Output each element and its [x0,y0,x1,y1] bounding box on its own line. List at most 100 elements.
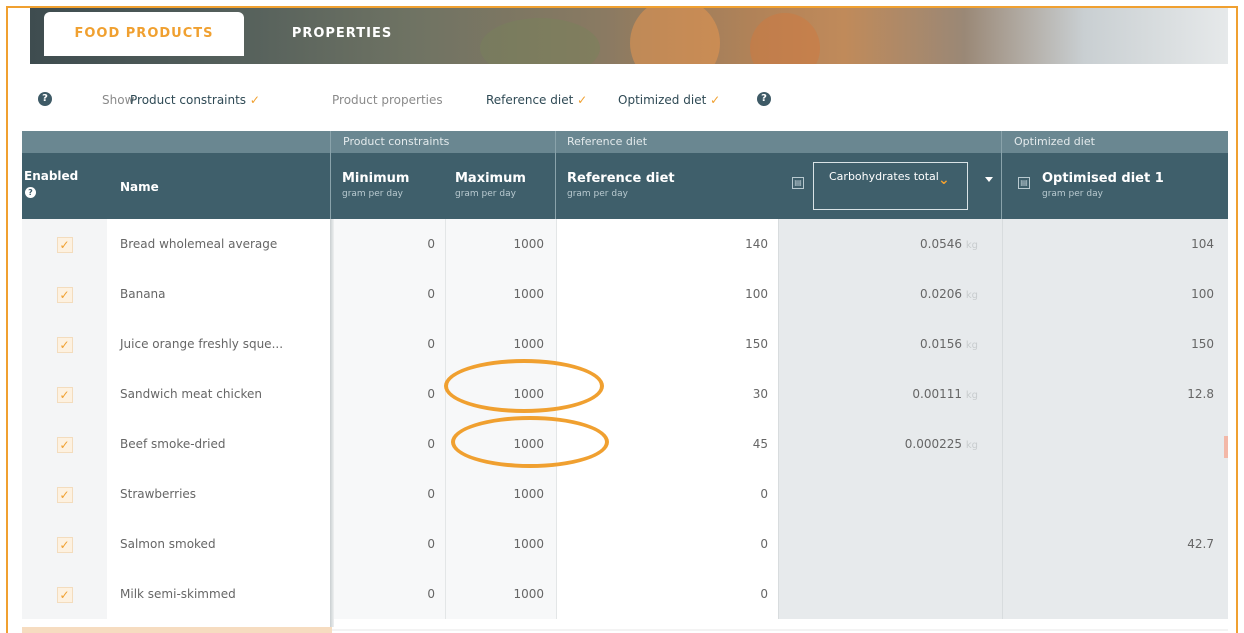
maximum-cell[interactable]: 1000 [445,469,556,519]
carbohydrates-value: 0.0206 [920,287,963,301]
enabled-checkbox[interactable]: ✓ [56,486,73,503]
name-cell: Sandwich meat chicken [107,369,331,419]
minimum-cell[interactable]: 0 [331,419,445,469]
unit-label: kg [965,440,978,451]
minimum-cell[interactable]: 0 [331,469,445,519]
check-icon: ✓ [710,93,721,107]
enabled-cell[interactable]: ✓ [22,219,107,269]
header-maximum[interactable]: Maximum gram per day [445,153,556,219]
enabled-checkbox[interactable]: ✓ [56,386,73,403]
help-icon[interactable]: ? [38,92,52,106]
carbohydrates-value: 0.000225 [904,437,963,451]
enabled-checkbox[interactable]: ✓ [56,436,73,453]
maximum-cell[interactable]: 1000 [445,519,556,569]
reference-cell[interactable]: 0 [556,519,778,569]
table-row[interactable]: ✓ Bread wholemeal average 0 1000 140 0.0546 k… [22,219,1228,269]
carbohydrates-cell: 0.0546 kg [778,219,1002,269]
column-divider [1001,131,1002,219]
calculator-icon[interactable]: ▤ [1018,177,1030,189]
table-row[interactable]: ✓ Beef smoke-dried 0 1000 45 0.000225 kg [22,419,1228,469]
unit-label: kg [965,240,978,251]
reference-cell[interactable]: 45 [556,419,778,469]
optimised-cell [1002,419,1228,469]
scroll-indicator[interactable] [22,627,332,633]
property-select-value: Carbohydrates total [829,170,939,183]
toggle-product-properties[interactable]: Product properties [332,93,443,107]
toggle-optimized-diet[interactable]: Optimized diet ✓ [618,93,720,107]
column-menu-icon[interactable] [985,177,993,182]
group-product-constraints: Product constraints [343,135,450,148]
minimum-cell[interactable]: 0 [331,219,445,269]
reference-cell[interactable]: 140 [556,219,778,269]
maximum-cell[interactable]: 1000 [445,269,556,319]
table-row[interactable]: ✓ Sandwich meat chicken 0 1000 30 0.00111 kg 1… [22,369,1228,419]
enabled-cell[interactable]: ✓ [22,519,107,569]
header-minimum[interactable]: Minimum gram per day [331,153,445,219]
carbohydrates-cell: 0.00111 kg [778,369,1002,419]
help-icon[interactable]: ? [25,187,36,198]
table-row[interactable]: ✓ Salmon smoked 0 1000 0 42.7 [22,519,1228,569]
toggle-label: Reference diet [486,93,574,107]
optimised-cell [1002,569,1228,619]
toggle-reference-diet[interactable]: Reference diet ✓ [486,93,587,107]
carbohydrates-cell [778,519,1002,569]
carbohydrates-cell: 0.0156 kg [778,319,1002,369]
maximum-cell[interactable]: 1000 [445,569,556,619]
optimised-cell: 104 [1002,219,1228,269]
row-marker [1224,436,1228,458]
enabled-checkbox[interactable]: ✓ [56,286,73,303]
name-cell: Juice orange freshly sque... [107,319,331,369]
reference-cell[interactable]: 30 [556,369,778,419]
minimum-cell[interactable]: 0 [331,269,445,319]
toggle-product-constraints[interactable]: Product constraints ✓ [130,93,260,107]
header-reference-diet[interactable]: Reference diet gram per day [556,153,778,219]
minimum-cell[interactable]: 0 [331,319,445,369]
toggle-label: Product properties [332,93,443,107]
unit-label: kg [965,290,978,301]
column-divider [330,131,331,219]
enabled-cell[interactable]: ✓ [22,419,107,469]
enabled-checkbox[interactable]: ✓ [56,336,73,353]
carbohydrates-value: 0.0156 [920,337,963,351]
header-name[interactable]: Name [107,153,331,219]
enabled-cell[interactable]: ✓ [22,319,107,369]
header-optimised-diet[interactable]: Optimised diet 1 gram per day [1002,153,1228,219]
enabled-cell[interactable]: ✓ [22,269,107,319]
name-cell: Milk semi-skimmed [107,569,331,619]
column-divider [555,131,556,219]
tab-properties[interactable]: PROPERTIES [262,12,422,56]
enabled-checkbox[interactable]: ✓ [56,236,73,253]
enabled-cell[interactable]: ✓ [22,569,107,619]
optimised-cell: 12.8 [1002,369,1228,419]
enabled-checkbox[interactable]: ✓ [56,586,73,603]
maximum-cell[interactable]: 1000 [445,319,556,369]
help-icon[interactable]: ? [757,92,771,106]
table-row[interactable]: ✓ Milk semi-skimmed 0 1000 0 [22,569,1228,619]
table-row[interactable]: ✓ Strawberries 0 1000 0 [22,469,1228,519]
reference-cell[interactable]: 0 [556,469,778,519]
carbohydrates-cell [778,569,1002,619]
unit-label: kg [965,390,978,401]
reference-cell[interactable]: 100 [556,269,778,319]
maximum-cell[interactable]: 1000 [445,369,556,419]
tab-food-products[interactable]: FOOD PRODUCTS [44,12,244,56]
table-row[interactable]: ✓ Juice orange freshly sque... 0 1000 150 0.0… [22,319,1228,369]
maximum-cell[interactable]: 1000 [445,419,556,469]
enabled-cell[interactable]: ✓ [22,369,107,419]
enabled-checkbox[interactable]: ✓ [56,536,73,553]
reference-cell[interactable]: 150 [556,319,778,369]
unit-label: kg [965,340,978,351]
table-row[interactable]: ✓ Banana 0 1000 100 0.0206 kg 100 [22,269,1228,319]
maximum-cell[interactable]: 1000 [445,219,556,269]
minimum-cell[interactable]: 0 [331,569,445,619]
toggle-label: Optimized diet [618,93,707,107]
header-enabled[interactable]: Enabled ? [22,153,107,219]
calculator-icon[interactable]: ▤ [792,177,804,189]
minimum-cell[interactable]: 0 [331,369,445,419]
reference-cell[interactable]: 0 [556,569,778,619]
check-icon: ✓ [249,93,260,107]
enabled-cell[interactable]: ✓ [22,469,107,519]
bottom-divider [332,629,1228,631]
minimum-cell[interactable]: 0 [331,519,445,569]
carbohydrates-cell: 0.000225 kg [778,419,1002,469]
